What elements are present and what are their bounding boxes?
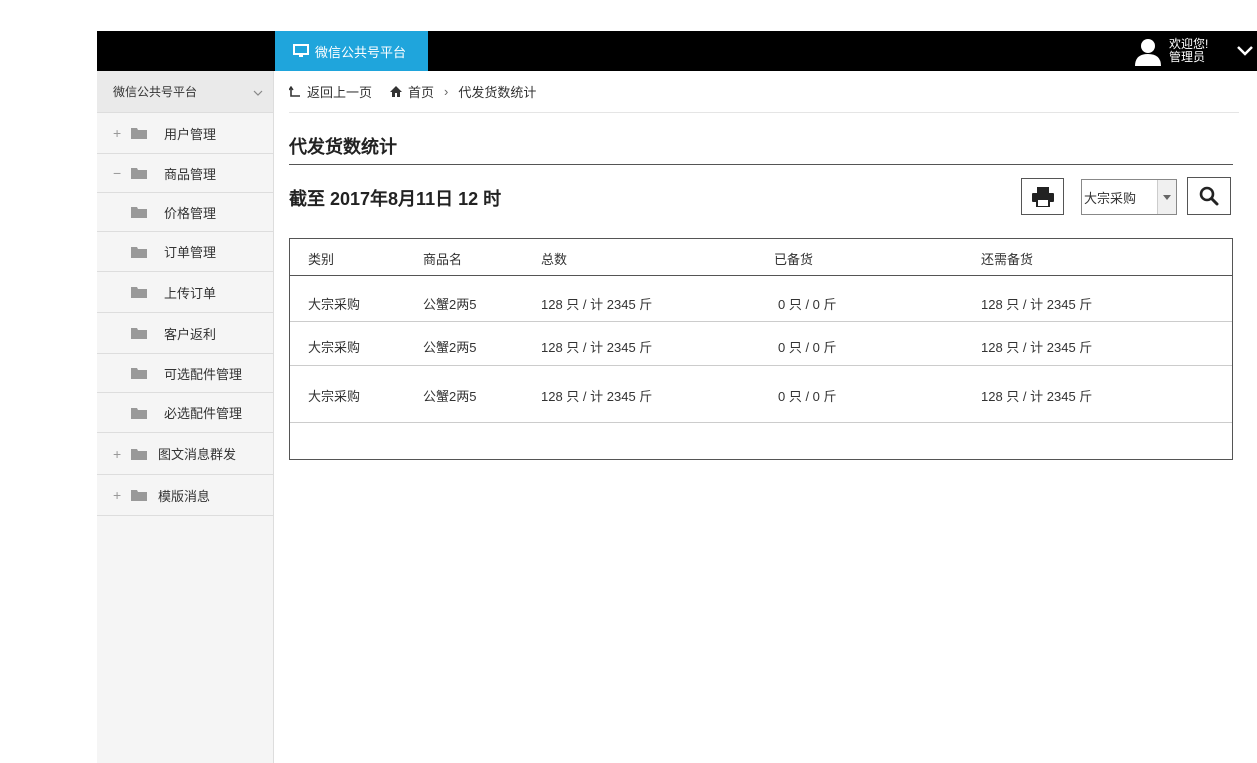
title-divider [289, 164, 1233, 165]
platform-tab-label: 微信公共号平台 [315, 44, 407, 60]
folder-icon [131, 232, 147, 271]
sidebar-item-customer-rebate[interactable]: 客户返利 [97, 313, 273, 354]
sidebar-item-label: 价格管理 [164, 205, 217, 221]
back-label: 返回上一页 [307, 85, 373, 100]
breadcrumb-current: 代发货数统计 [458, 85, 537, 100]
folder-icon [131, 193, 147, 231]
cell-remaining: 128 只 / 计 2345 斤 [981, 297, 1093, 312]
column-header: 类别 [308, 252, 335, 267]
sidebar-item-label: 模版消息 [158, 488, 211, 504]
folder-icon [131, 433, 147, 474]
sidebar-item-label: 图文消息群发 [158, 447, 237, 462]
sidebar-item-label: 用户管理 [164, 126, 217, 142]
table-row: 大宗采购 公蟹2两5 128 只 / 计 2345 斤 0 只 / 0 斤 12… [290, 366, 1232, 423]
sidebar-item-template-messages[interactable]: + 模版消息 [97, 475, 273, 516]
table-row: 大宗采购 公蟹2两5 128 只 / 计 2345 斤 0 只 / 0 斤 12… [290, 275, 1232, 322]
expand-icon: + [113, 445, 122, 462]
page-title: 代发货数统计 [289, 137, 397, 157]
user-role: 管理员 [1169, 50, 1206, 64]
search-icon [1199, 186, 1219, 206]
platform-tab[interactable]: 微信公共号平台 [275, 31, 428, 71]
cell-prepared: 0 只 / 0 斤 [778, 297, 837, 312]
sidebar-item-upload-orders[interactable]: 上传订单 [97, 272, 273, 313]
breadcrumb: 返回上一页 首页 › 代发货数统计 [289, 71, 1239, 113]
user-avatar-icon [1133, 36, 1163, 66]
column-header: 总数 [541, 252, 568, 267]
sidebar-item-label: 商品管理 [164, 166, 217, 182]
folder-icon [131, 113, 147, 153]
sidebar-item-required-parts[interactable]: 必选配件管理 [97, 393, 273, 433]
monitor-icon [293, 44, 309, 58]
category-select-value: 大宗采购 [1084, 190, 1137, 206]
column-header: 还需备货 [981, 252, 1034, 267]
expand-icon: + [113, 125, 122, 141]
breadcrumb-separator: › [444, 84, 449, 99]
sidebar-item-order-management[interactable]: 订单管理 [97, 232, 273, 272]
table-header: 类别 商品名 总数 已备货 还需备货 [290, 239, 1232, 276]
cell-category: 大宗采购 [308, 389, 361, 404]
home-icon [390, 86, 403, 97]
home-label: 首页 [408, 85, 435, 100]
collapse-icon: − [113, 165, 122, 181]
sidebar-item-label: 上传订单 [164, 285, 217, 301]
chevron-down-icon [253, 85, 263, 99]
cell-category: 大宗采购 [308, 297, 361, 312]
sidebar-item-label: 订单管理 [164, 245, 217, 260]
category-select[interactable]: 大宗采购 [1081, 179, 1177, 215]
cell-total: 128 只 / 计 2345 斤 [541, 340, 653, 355]
cell-product: 公蟹2两5 [423, 297, 477, 312]
folder-icon [131, 313, 147, 353]
cell-remaining: 128 只 / 计 2345 斤 [981, 340, 1093, 355]
stats-table: 类别 商品名 总数 已备货 还需备货 大宗采购 公蟹2两5 128 只 / 计 … [289, 238, 1233, 460]
cell-prepared: 0 只 / 0 斤 [778, 389, 837, 404]
home-link[interactable]: 首页 [390, 82, 434, 101]
sidebar-header[interactable]: 微信公共号平台 [97, 71, 273, 113]
cell-total: 128 只 / 计 2345 斤 [541, 389, 653, 404]
sidebar-item-user-management[interactable]: + 用户管理 [97, 113, 273, 154]
back-link[interactable]: 返回上一页 [289, 82, 372, 101]
cell-category: 大宗采购 [308, 340, 361, 355]
back-arrow-icon [289, 85, 301, 98]
search-button[interactable] [1187, 177, 1231, 215]
sidebar-item-label: 必选配件管理 [164, 406, 243, 421]
print-button[interactable] [1021, 178, 1064, 215]
folder-icon [131, 475, 147, 515]
column-header: 已备货 [774, 252, 814, 267]
print-icon [1031, 186, 1054, 207]
column-header: 商品名 [423, 252, 463, 267]
folder-icon [131, 354, 147, 392]
date-line: 截至 2017年8月11日 12 时 [289, 189, 502, 209]
folder-icon [131, 393, 147, 432]
cell-remaining: 128 只 / 计 2345 斤 [981, 389, 1093, 404]
cell-product: 公蟹2两5 [423, 389, 477, 404]
cell-product: 公蟹2两5 [423, 340, 477, 355]
sidebar-item-graphic-messages[interactable]: + 图文消息群发 [97, 433, 273, 475]
sidebar-item-label: 可选配件管理 [164, 366, 243, 382]
top-bar: 微信公共号平台 欢迎您! 管理员 [97, 31, 1257, 71]
folder-icon [131, 272, 147, 312]
sidebar: 微信公共号平台 + 用户管理 − 商品管理 价格管理 订单管理 上传订单 客户返… [97, 71, 274, 763]
user-menu[interactable]: 欢迎您! 管理员 [1133, 31, 1257, 71]
sidebar-item-product-management[interactable]: − 商品管理 [97, 154, 273, 193]
sidebar-item-price-management[interactable]: 价格管理 [97, 193, 273, 232]
sidebar-item-label: 客户返利 [164, 326, 217, 342]
folder-icon [131, 154, 147, 192]
chevron-down-icon[interactable] [1233, 31, 1257, 71]
cell-total: 128 只 / 计 2345 斤 [541, 297, 653, 312]
cell-prepared: 0 只 / 0 斤 [778, 340, 837, 355]
table-row: 大宗采购 公蟹2两5 128 只 / 计 2345 斤 0 只 / 0 斤 12… [290, 322, 1232, 366]
sidebar-title: 微信公共号平台 [113, 85, 198, 99]
expand-icon: + [113, 487, 122, 503]
caret-down-icon [1157, 180, 1176, 214]
sidebar-item-optional-parts[interactable]: 可选配件管理 [97, 354, 273, 393]
